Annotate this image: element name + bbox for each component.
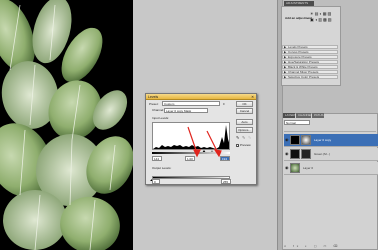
expand-arrow-icon[interactable]: ▶ xyxy=(284,61,286,64)
cancel-button[interactable]: Cancel xyxy=(236,108,253,114)
adjustment-preset-item[interactable]: ▶ Exposure Presets xyxy=(282,55,338,59)
adjustment-preset-label: Black & White Presets xyxy=(288,65,318,69)
red-arrow-gamma xyxy=(187,126,201,158)
adjustment-icons-row1[interactable]: ☀▤◐▦▨ xyxy=(310,11,338,16)
tab-channels[interactable]: CHANNELS xyxy=(296,113,314,118)
preset-select[interactable]: Custom xyxy=(162,101,220,106)
adjustment-preset-item[interactable]: ▶ Levels Presets xyxy=(282,45,338,49)
options-button[interactable]: Options... xyxy=(236,127,253,133)
auto-button[interactable]: Auto xyxy=(236,119,253,125)
layer-row-layer0[interactable]: ◉ Layer 0 xyxy=(284,162,378,175)
mask-thumbnail[interactable] xyxy=(301,135,311,145)
adjustment-preset-label: Exposure Presets xyxy=(288,55,312,59)
adjustment-preset-label: Selective Color Presets xyxy=(288,75,320,79)
input-levels-label: Input Levels: xyxy=(152,116,170,120)
output-black-field[interactable]: 0 xyxy=(152,179,160,184)
adjustment-preset-item[interactable]: ▶ Channel Mixer Presets xyxy=(282,70,338,74)
annotation-arrows xyxy=(187,126,222,158)
adjustment-preset-label: Curves Presets xyxy=(288,50,309,54)
eye-icon[interactable]: ◉ xyxy=(285,151,289,156)
preview-checkbox[interactable]: ✓ xyxy=(236,144,240,148)
adjustment-preset-item[interactable]: ▶ Black & White Presets xyxy=(282,65,338,69)
input-black-field[interactable]: 144 xyxy=(152,156,162,161)
eye-icon[interactable]: ◉ xyxy=(285,165,289,170)
layer-row-layer0-copy[interactable]: ◉ Layer 0 copy xyxy=(284,134,378,147)
expand-arrow-icon[interactable]: ▶ xyxy=(284,51,286,54)
layer-name[interactable]: Green (M...) xyxy=(314,152,330,156)
layer-name[interactable]: Layer 0 xyxy=(303,166,313,170)
red-arrow-white xyxy=(206,130,222,158)
output-levels-label: Output Levels: xyxy=(152,166,172,170)
black-eyedropper-icon[interactable]: ✎ xyxy=(236,136,239,140)
layer-thumbnail xyxy=(290,149,300,159)
output-gradient xyxy=(152,176,230,179)
mask-thumbnail[interactable] xyxy=(301,149,311,159)
layer-name[interactable]: Layer 0 copy xyxy=(314,138,331,142)
adjustment-preset-item[interactable]: ▶ Curves Presets xyxy=(282,50,338,54)
expand-arrow-icon[interactable]: ▶ xyxy=(284,46,286,49)
blend-mode-select[interactable]: Normal xyxy=(284,120,310,125)
layer-thumbnail xyxy=(290,135,300,145)
adjustment-preset-item[interactable]: ▶ Hue/Saturation Presets xyxy=(282,60,338,64)
adjustment-preset-item[interactable]: ▶ Selective Color Presets xyxy=(282,75,338,79)
output-white-field[interactable]: 255 xyxy=(221,179,231,184)
expand-arrow-icon[interactable]: ▶ xyxy=(284,66,286,69)
channel-select[interactable]: Layer 0 copy Mask xyxy=(164,108,208,113)
layer-row-green[interactable]: ◉ Green (M...) xyxy=(284,148,378,161)
white-eyedropper-icon[interactable]: ✎ xyxy=(248,136,251,140)
layers-footer-icons[interactable]: ∞ fx ◐ ▢ ▭ ⌫ xyxy=(284,243,376,249)
expand-arrow-icon[interactable]: ▶ xyxy=(284,56,286,59)
preset-label: Preset: xyxy=(149,102,159,106)
close-icon[interactable]: ✕ xyxy=(251,94,254,100)
adjustment-preset-label: Channel Mixer Presets xyxy=(288,70,319,74)
adjustments-header: Add an adjustment xyxy=(285,16,313,20)
eye-icon[interactable]: ◉ xyxy=(285,137,289,142)
preset-options-icon[interactable]: ≡ xyxy=(223,102,225,106)
preview-label: Preview xyxy=(240,143,251,147)
layers-lock-row xyxy=(284,127,376,132)
adjustment-preset-label: Hue/Saturation Presets xyxy=(288,60,320,64)
dialog-title-bar[interactable]: Levels ✕ xyxy=(146,94,256,100)
expand-arrow-icon[interactable]: ▶ xyxy=(284,76,286,79)
layer-thumbnail xyxy=(290,163,300,173)
channel-label: Channel: xyxy=(152,108,165,112)
adjustment-preset-label: Levels Presets xyxy=(288,45,308,49)
gray-eyedropper-icon[interactable]: ✎ xyxy=(242,136,245,140)
adjustment-icons-row2[interactable]: ▣◑▥▩▧ xyxy=(310,17,338,22)
document-canvas[interactable] xyxy=(0,0,133,250)
tab-layers[interactable]: LAYERS xyxy=(283,113,297,118)
tab-paths[interactable]: PATHS xyxy=(312,113,324,118)
expand-arrow-icon[interactable]: ▶ xyxy=(284,71,286,74)
plant-image xyxy=(0,0,133,250)
ok-button[interactable]: OK xyxy=(236,101,253,107)
